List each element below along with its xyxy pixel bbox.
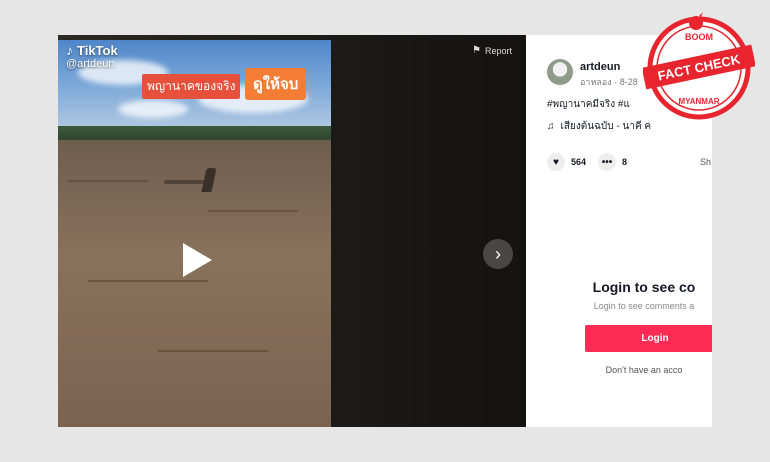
music-link[interactable]: ♫ เสียงต้นฉบับ - นาคี ค (547, 119, 651, 134)
flag-icon: ⚑ (472, 45, 481, 56)
report-label: Report (484, 45, 512, 56)
heart-icon: ♥ (547, 153, 565, 171)
comment-icon: ••• (598, 153, 616, 171)
overlay-caption-right: ดูให้จบ (245, 68, 307, 100)
next-video-button[interactable]: › (483, 239, 513, 269)
like-count: 564 (571, 157, 587, 167)
video-area: ♪ TikTok @artdeun พญานาคของจริง ดูให้จบ … (58, 35, 526, 427)
post-hashtags[interactable]: #พญานาคมีจริง #แ (547, 97, 630, 112)
music-note-icon: ♫ (547, 121, 555, 132)
tiktok-watermark: ♪ TikTok (66, 42, 118, 58)
login-button[interactable]: Login (585, 325, 712, 352)
comment-button[interactable]: ••• 8 (598, 153, 627, 171)
report-button[interactable]: ⚑ Report (472, 45, 512, 56)
login-subtitle: Login to see comments a (593, 301, 695, 311)
video-player[interactable]: ♪ TikTok @artdeun พญานาคของจริง ดูให้จบ (58, 40, 331, 427)
signup-prompt[interactable]: Don't have an acco (526, 365, 712, 375)
fact-check-stamp: BOOM FACT CHECK MYANMAR (643, 12, 755, 120)
watermark-handle: @artdeun (66, 58, 115, 70)
music-title: เสียงต้นฉบับ - นาคี ค (560, 121, 652, 132)
play-icon[interactable] (183, 243, 212, 277)
video-shoreline (58, 126, 331, 140)
tiktok-logo-icon: ♪ (66, 42, 73, 58)
like-button[interactable]: ♥ 564 (547, 153, 586, 171)
username[interactable]: artdeun (580, 61, 620, 73)
avatar[interactable] (547, 59, 573, 85)
share-button[interactable]: Sh (700, 157, 711, 167)
stamp-top-text: BOOM (685, 32, 713, 42)
overlay-caption-left: พญานาคของจริง (142, 74, 241, 99)
stamp-bottom-text: MYANMAR (678, 97, 719, 106)
author-subline: อาหลอง · 8-28 (580, 77, 638, 87)
comment-count: 8 (622, 157, 628, 167)
login-title: Login to see co (592, 279, 696, 295)
chevron-right-icon: › (495, 243, 501, 264)
tiktok-post-frame: ♪ TikTok @artdeun พญานาคของจริง ดูให้จบ … (58, 35, 712, 427)
tiktok-watermark-text: TikTok (77, 42, 118, 58)
